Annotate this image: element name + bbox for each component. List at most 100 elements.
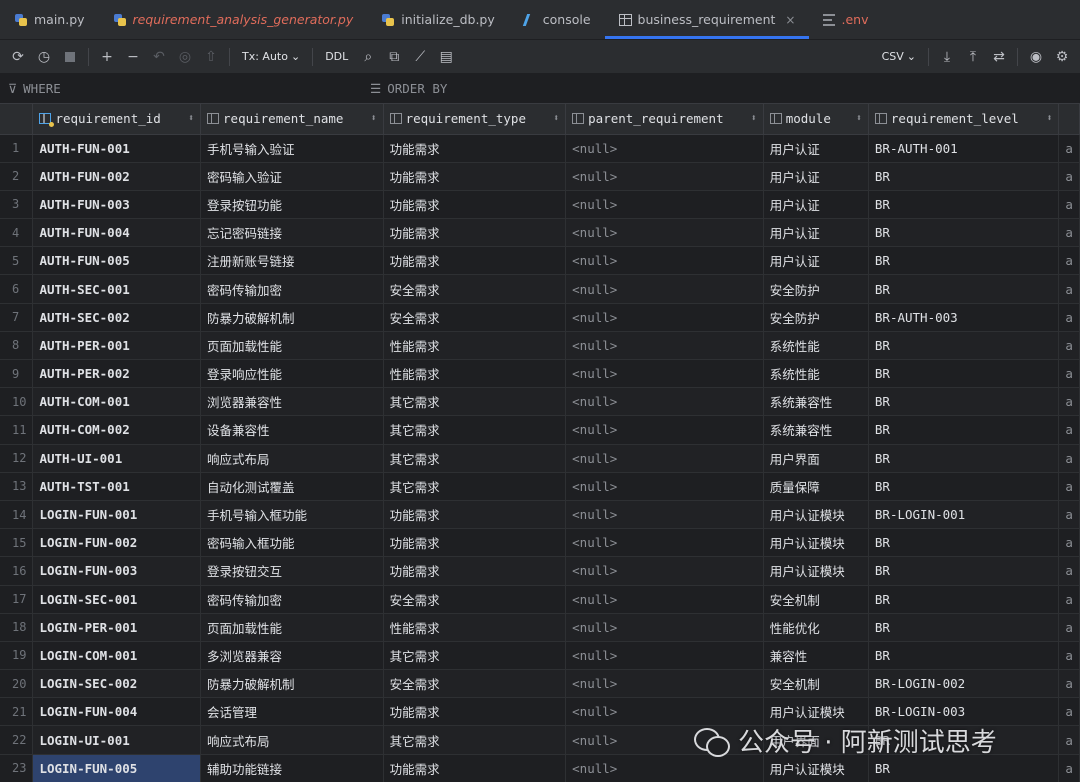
cell-module[interactable]: 用户认证 <box>763 134 869 163</box>
settings-icon[interactable]: ⚙ <box>1050 45 1074 69</box>
cell-requirement-type[interactable]: 性能需求 <box>383 613 567 642</box>
cell-truncated[interactable]: a <box>1058 585 1080 614</box>
cell-requirement-name[interactable]: 防暴力破解机制 <box>200 303 384 332</box>
cell-requirement-name[interactable]: 登录响应性能 <box>200 359 384 389</box>
cell-requirement-type[interactable]: 功能需求 <box>383 528 567 558</box>
cell-requirement-name[interactable]: 密码传输加密 <box>200 274 384 304</box>
table-row[interactable]: 20 LOGIN-SEC-002 防暴力破解机制 安全需求 <null> 安全机制 BR-L… <box>0 669 1080 699</box>
editor-tab[interactable]: initialize_db.py <box>367 0 509 39</box>
cell-requirement-id[interactable]: LOGIN-FUN-002 <box>32 528 202 558</box>
editor-tab[interactable]: requirement_analysis_generator.py <box>99 0 368 39</box>
cell-requirement-level[interactable]: BR <box>868 387 1060 417</box>
column-header-parent-requirement[interactable]: parent_requirement ⬍ <box>565 104 764 135</box>
cell-module[interactable]: 用户认证 <box>763 218 869 248</box>
cell-requirement-id[interactable]: AUTH-FUN-004 <box>32 218 202 248</box>
cell-requirement-type[interactable]: 其它需求 <box>383 472 567 501</box>
cell-parent-requirement[interactable]: <null> <box>565 162 764 191</box>
table-row[interactable]: 1 AUTH-FUN-001 手机号输入验证 功能需求 <null> 用户认证 BR-AUT… <box>0 134 1080 163</box>
cell-parent-requirement[interactable]: <null> <box>565 246 764 276</box>
table-row[interactable]: 16 LOGIN-FUN-003 登录按钮交互 功能需求 <null> 用户认证模块 BR a <box>0 556 1080 586</box>
sort-toggle-icon[interactable]: ⬍ <box>1046 113 1052 124</box>
cell-requirement-id[interactable]: LOGIN-FUN-003 <box>32 556 202 586</box>
column-header-truncated[interactable] <box>1058 104 1080 135</box>
cell-requirement-name[interactable]: 多浏览器兼容 <box>200 641 384 671</box>
table-row[interactable]: 19 LOGIN-COM-001 多浏览器兼容 其它需求 <null> 兼容性 BR a <box>0 641 1080 671</box>
sort-toggle-icon[interactable]: ⬍ <box>856 113 862 124</box>
cell-truncated[interactable]: a <box>1058 303 1080 332</box>
cell-truncated[interactable]: a <box>1058 134 1080 163</box>
cell-parent-requirement[interactable]: <null> <box>565 613 764 642</box>
cell-parent-requirement[interactable]: <null> <box>565 500 764 530</box>
column-header-module[interactable]: module ⬍ <box>763 104 869 135</box>
cell-requirement-type[interactable]: 其它需求 <box>383 387 567 417</box>
cell-requirement-name[interactable]: 浏览器兼容性 <box>200 387 384 417</box>
cell-requirement-name[interactable]: 登录按钮交互 <box>200 556 384 586</box>
table-row[interactable]: 17 LOGIN-SEC-001 密码传输加密 安全需求 <null> 安全机制 BR a <box>0 585 1080 614</box>
cell-parent-requirement[interactable]: <null> <box>565 669 764 699</box>
search-icon[interactable]: ⌕ <box>356 45 380 69</box>
cell-truncated[interactable]: a <box>1058 359 1080 389</box>
cell-requirement-id[interactable]: AUTH-COM-001 <box>32 387 202 417</box>
cell-requirement-id[interactable]: AUTH-PER-001 <box>32 331 202 361</box>
cell-requirement-id[interactable]: LOGIN-UI-001 <box>32 725 202 755</box>
cell-requirement-type[interactable]: 安全需求 <box>383 274 567 304</box>
cell-requirement-level[interactable]: BR <box>868 246 1060 276</box>
table-row[interactable]: 14 LOGIN-FUN-001 手机号输入框功能 功能需求 <null> 用户认证模块 B… <box>0 500 1080 530</box>
cell-requirement-level[interactable]: BR-AUTH-003 <box>868 303 1060 332</box>
cell-module[interactable]: 用户认证 <box>763 246 869 276</box>
delete-row-icon[interactable]: − <box>121 45 145 69</box>
cell-requirement-name[interactable]: 辅助功能链接 <box>200 754 384 782</box>
cell-requirement-name[interactable]: 登录按钮功能 <box>200 190 384 220</box>
cell-requirement-level[interactable]: BR <box>868 444 1060 473</box>
cell-requirement-type[interactable]: 安全需求 <box>383 303 567 332</box>
cell-requirement-type[interactable]: 功能需求 <box>383 500 567 530</box>
history-icon[interactable]: ◷ <box>32 45 56 69</box>
sort-toggle-icon[interactable]: ⬍ <box>751 113 757 124</box>
cell-requirement-id[interactable]: LOGIN-FUN-001 <box>32 500 202 530</box>
export-format-dropdown[interactable]: CSV ⌄ <box>876 45 922 69</box>
cell-requirement-level[interactable]: BR <box>868 556 1060 586</box>
cell-requirement-id[interactable]: LOGIN-FUN-005 <box>32 754 202 782</box>
cell-truncated[interactable]: a <box>1058 162 1080 191</box>
column-header-requirement-name[interactable]: requirement_name ⬍ <box>200 104 384 135</box>
cell-requirement-id[interactable]: AUTH-UI-001 <box>32 444 202 473</box>
upload-icon[interactable]: ⤒ <box>961 45 985 69</box>
cell-requirement-level[interactable]: BR <box>868 472 1060 501</box>
cell-requirement-id[interactable]: AUTH-FUN-005 <box>32 246 202 276</box>
cell-parent-requirement[interactable]: <null> <box>565 387 764 417</box>
cell-requirement-name[interactable]: 防暴力破解机制 <box>200 669 384 699</box>
cell-parent-requirement[interactable]: <null> <box>565 359 764 389</box>
table-row[interactable]: 6 AUTH-SEC-001 密码传输加密 安全需求 <null> 安全防护 BR a <box>0 274 1080 304</box>
table-view-icon[interactable]: ▤ <box>434 45 458 69</box>
cell-requirement-id[interactable]: AUTH-COM-002 <box>32 415 202 445</box>
table-row[interactable]: 18 LOGIN-PER-001 页面加载性能 性能需求 <null> 性能优化 BR a <box>0 613 1080 642</box>
cell-requirement-id[interactable]: AUTH-PER-002 <box>32 359 202 389</box>
cell-parent-requirement[interactable]: <null> <box>565 303 764 332</box>
cell-requirement-id[interactable]: LOGIN-SEC-001 <box>32 585 202 614</box>
cell-requirement-id[interactable]: LOGIN-SEC-002 <box>32 669 202 699</box>
cell-requirement-level[interactable]: BR <box>868 585 1060 614</box>
cell-requirement-type[interactable]: 性能需求 <box>383 359 567 389</box>
column-header-requirement-id[interactable]: requirement_id ⬍ <box>32 104 202 135</box>
cell-module[interactable]: 安全防护 <box>763 274 869 304</box>
cell-requirement-level[interactable]: BR <box>868 274 1060 304</box>
cell-requirement-level[interactable]: BR-LOGIN-001 <box>868 500 1060 530</box>
cell-parent-requirement[interactable]: <null> <box>565 415 764 445</box>
cell-requirement-name[interactable]: 密码传输加密 <box>200 585 384 614</box>
cell-module[interactable]: 系统性能 <box>763 331 869 361</box>
stop-icon[interactable] <box>58 45 82 69</box>
cell-module[interactable]: 用户认证 <box>763 190 869 220</box>
cell-requirement-name[interactable]: 手机号输入框功能 <box>200 500 384 530</box>
cell-module[interactable]: 用户界面 <box>763 444 869 473</box>
view-icon[interactable]: ◉ <box>1024 45 1048 69</box>
cell-parent-requirement[interactable]: <null> <box>565 274 764 304</box>
cell-module[interactable]: 系统兼容性 <box>763 415 869 445</box>
sort-toggle-icon[interactable]: ⬍ <box>188 113 194 124</box>
cell-requirement-level[interactable]: BR <box>868 641 1060 671</box>
cell-module[interactable]: 兼容性 <box>763 641 869 671</box>
sort-toggle-icon[interactable]: ⬍ <box>553 113 559 124</box>
cell-requirement-type[interactable]: 功能需求 <box>383 754 567 782</box>
table-row[interactable]: 4 AUTH-FUN-004 忘记密码链接 功能需求 <null> 用户认证 BR a <box>0 218 1080 248</box>
cell-requirement-name[interactable]: 注册新账号链接 <box>200 246 384 276</box>
cell-truncated[interactable]: a <box>1058 613 1080 642</box>
